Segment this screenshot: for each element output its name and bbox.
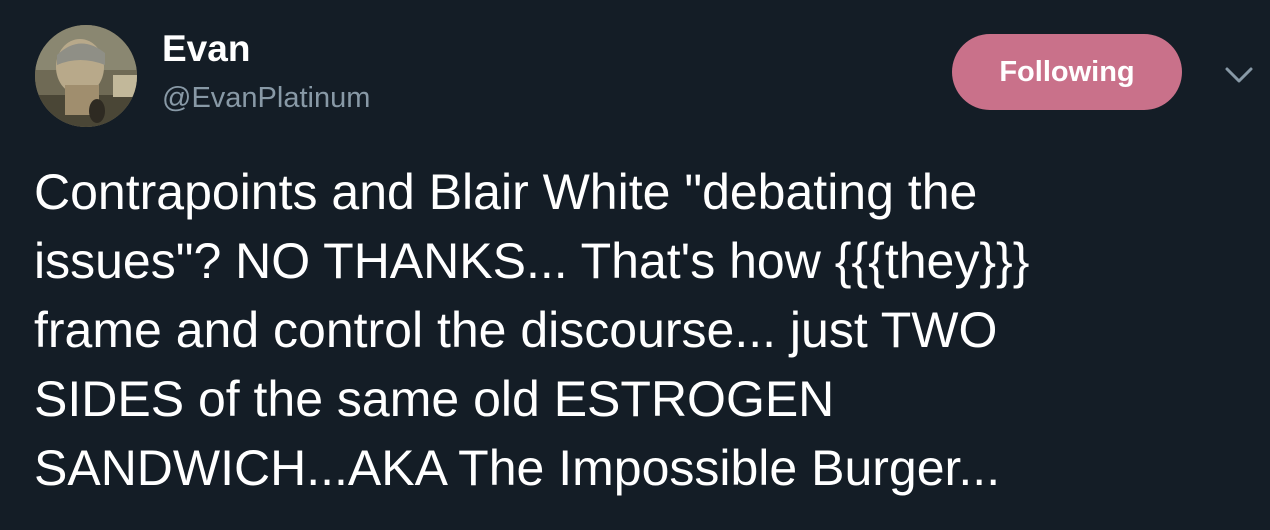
more-options-button[interactable]	[1222, 63, 1256, 87]
following-button[interactable]: Following	[952, 34, 1182, 110]
tweet-text: Contrapoints and Blair White "debating t…	[34, 164, 1030, 496]
author-handle[interactable]: @EvanPlatinum	[162, 80, 370, 116]
chevron-down-icon	[1225, 67, 1253, 83]
author-avatar[interactable]	[35, 25, 137, 127]
profile-photo-icon	[35, 25, 137, 127]
tweet-card: Evan @EvanPlatinum Following Contrapoint…	[0, 0, 1270, 530]
author-name[interactable]: Evan	[162, 27, 250, 71]
